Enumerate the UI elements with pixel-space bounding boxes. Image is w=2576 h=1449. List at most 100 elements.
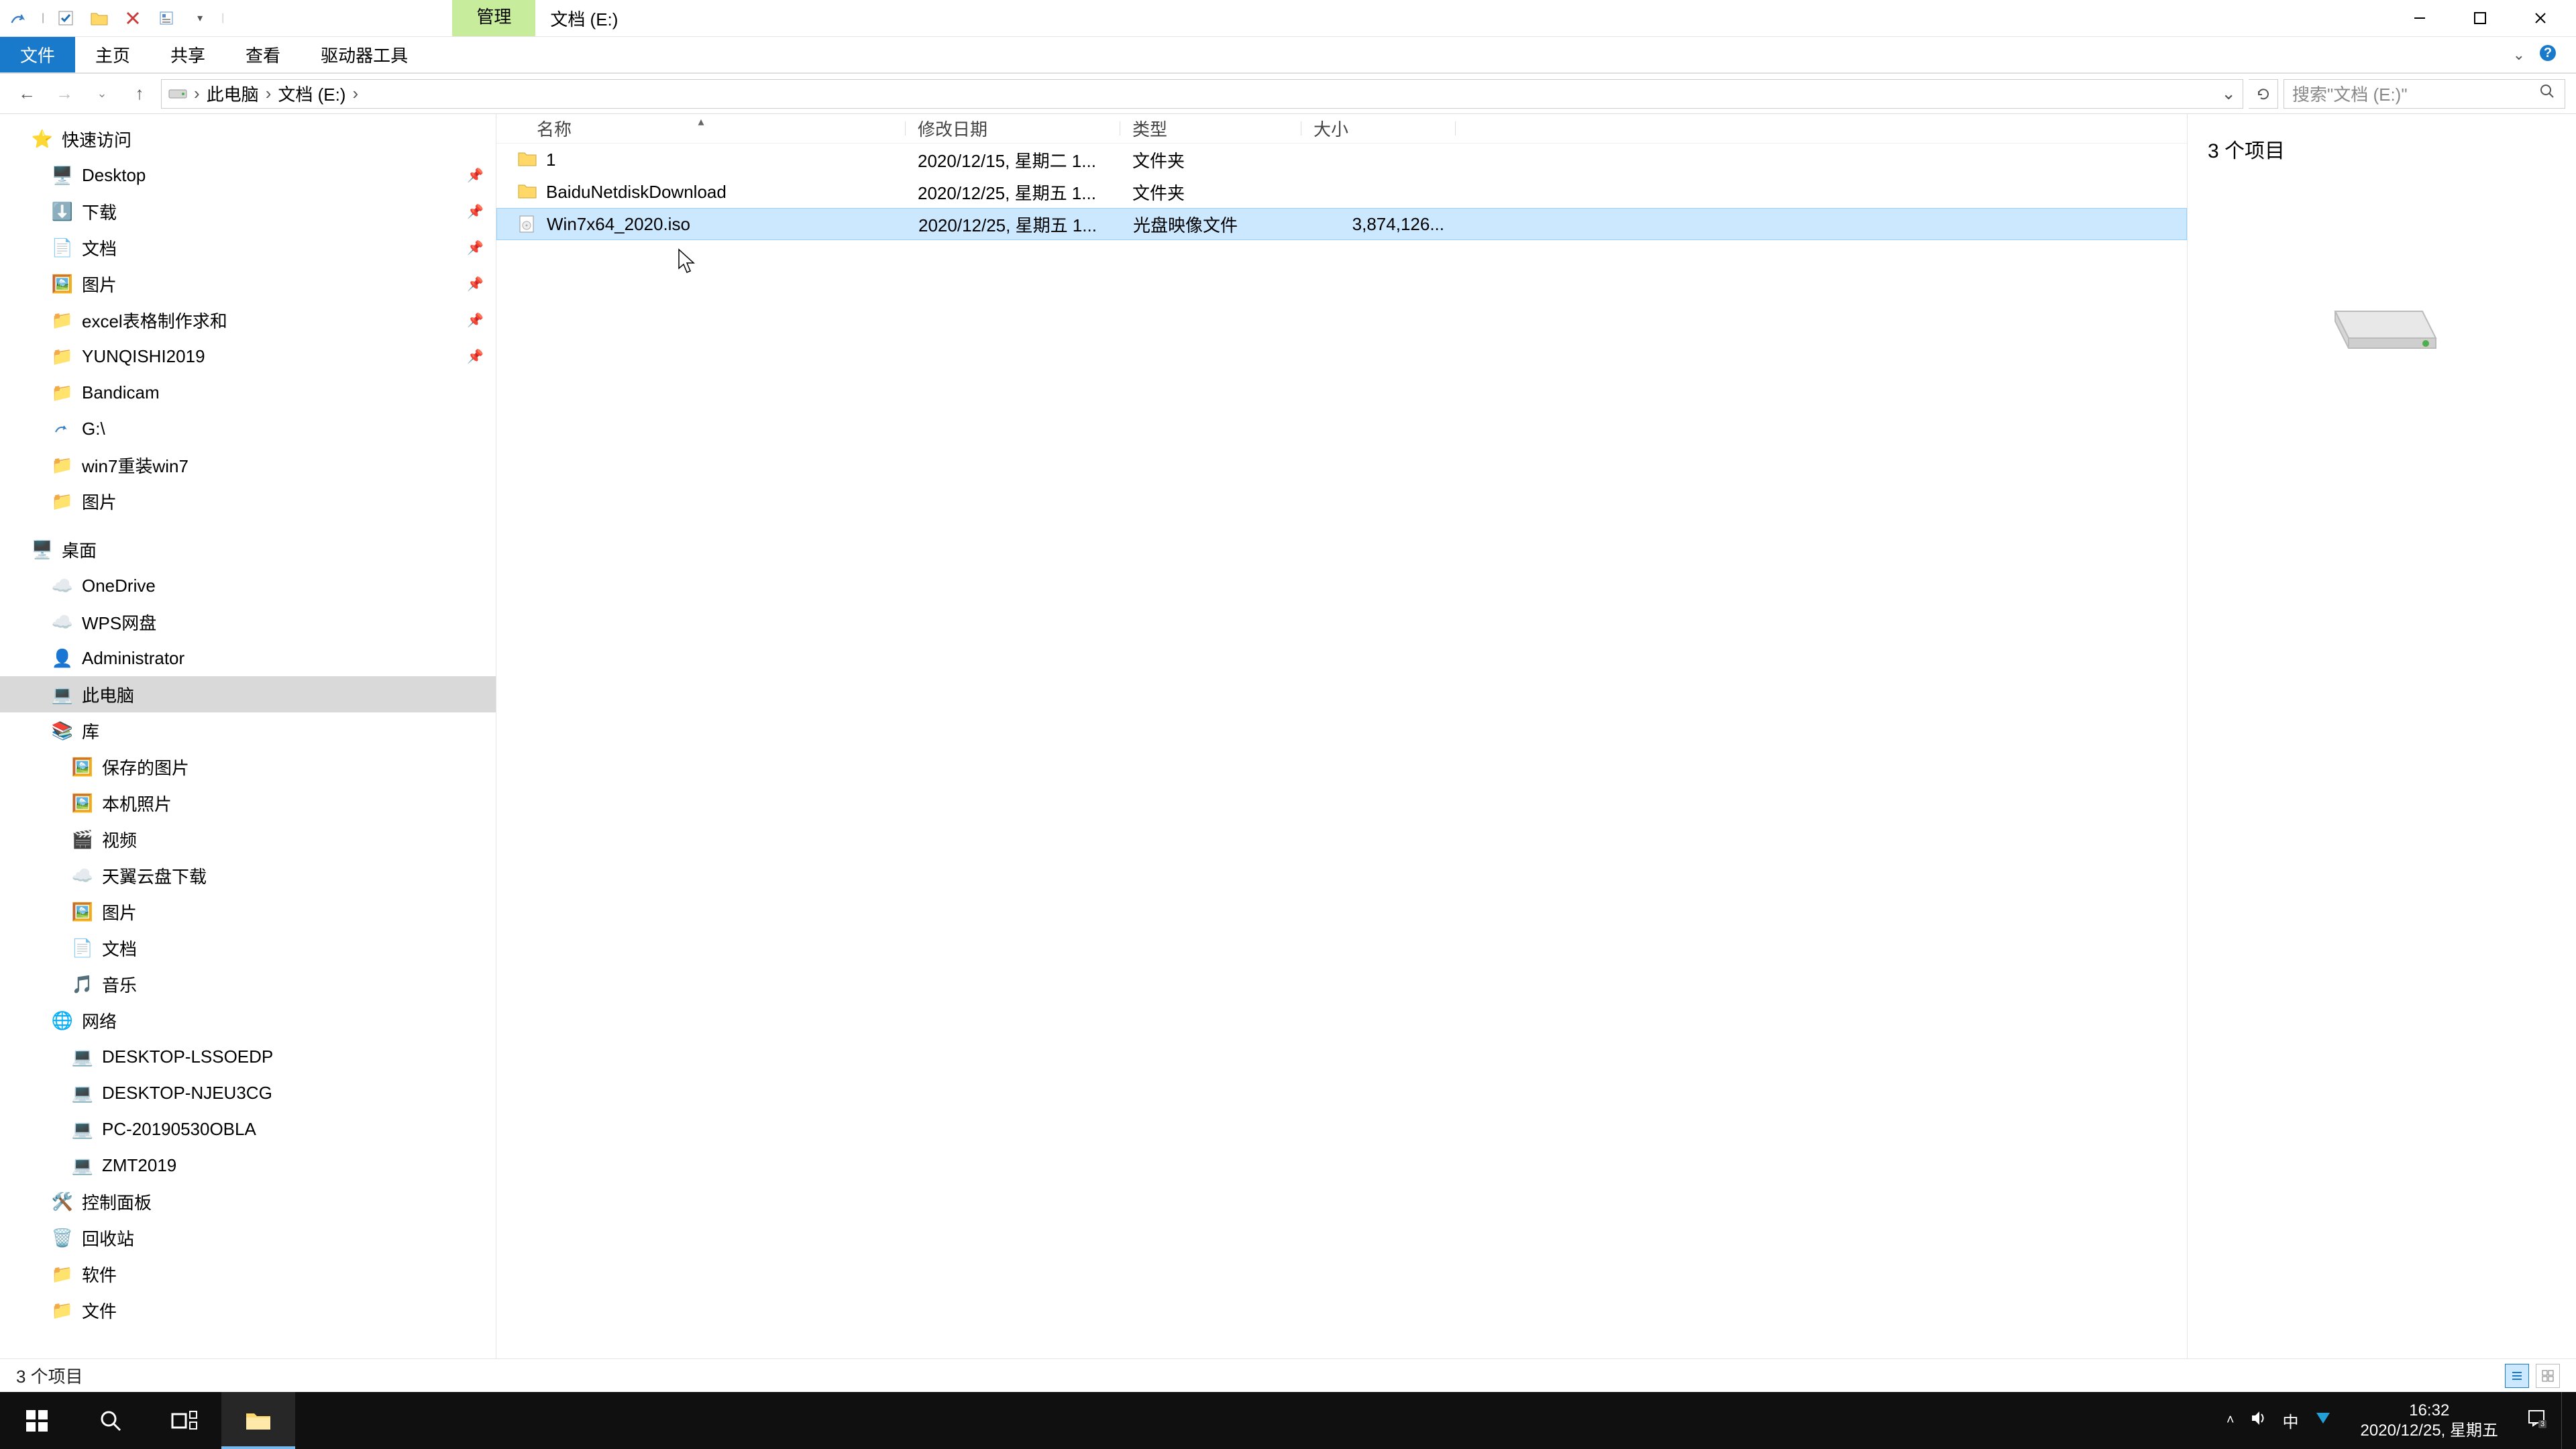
picture-icon: 🖼️ (72, 793, 93, 813)
pin-icon: 📌 (467, 276, 484, 292)
tree-control-panel[interactable]: 🛠️控制面板 (0, 1183, 496, 1220)
ime-indicator[interactable]: 中 (2283, 1409, 2299, 1432)
tree-wps[interactable]: ☁️WPS网盘 (0, 604, 496, 640)
library-icon: 📚 (52, 720, 72, 741)
notifications-icon[interactable]: 3 (2526, 1408, 2546, 1433)
refresh-button[interactable] (2249, 79, 2278, 109)
up-button[interactable]: ↑ (123, 78, 156, 110)
close-button[interactable] (2524, 5, 2557, 32)
qat-dropdown-icon[interactable]: ▾ (188, 6, 212, 30)
checkbox-icon[interactable] (54, 6, 78, 30)
address-bar: ← → ⌄ ↑ › 此电脑 › 文档 (E:) › ⌄ 搜索"文档 (E:)" (0, 74, 2576, 114)
tree-pictures[interactable]: 🖼️图片📌 (0, 266, 496, 302)
details-view-button[interactable] (2505, 1364, 2529, 1388)
forward-button[interactable]: → (48, 78, 80, 110)
tree-yunqishi[interactable]: 📁YUNQISHI2019📌 (0, 338, 496, 374)
titlebar: | ▾ | 管理 文档 (E:) (0, 0, 2576, 37)
tree-music[interactable]: 🎵音乐 (0, 966, 496, 1002)
tree-label: Bandicam (82, 382, 160, 403)
ribbon-home[interactable]: 主页 (75, 37, 150, 72)
recent-dropdown[interactable]: ⌄ (86, 78, 118, 110)
tree-pictures2[interactable]: 📁图片 (0, 483, 496, 519)
ribbon-drive-tools[interactable]: 驱动器工具 (301, 37, 428, 72)
tree-onedrive[interactable]: ☁️OneDrive (0, 568, 496, 604)
tree-documents2[interactable]: 📄文档 (0, 930, 496, 966)
folder-qat-icon[interactable] (87, 6, 111, 30)
tree-desktop[interactable]: 🖥️Desktop📌 (0, 157, 496, 193)
show-desktop-button[interactable] (2561, 1392, 2569, 1449)
manage-tab[interactable]: 管理 (452, 0, 535, 36)
tree-pictures3[interactable]: 🖼️图片 (0, 894, 496, 930)
navigation-tree[interactable]: ⭐快速访问 🖥️Desktop📌 ⬇️下载📌 📄文档📌 🖼️图片📌 📁excel… (0, 114, 496, 1358)
folder-icon: 📁 (52, 382, 72, 402)
svg-text:3: 3 (2540, 1420, 2544, 1428)
ribbon-file[interactable]: 文件 (0, 37, 75, 72)
video-icon: 🎬 (72, 829, 93, 849)
properties-icon[interactable] (154, 6, 178, 30)
tree-quick-access[interactable]: ⭐快速访问 (0, 121, 496, 157)
drive-preview-icon (2322, 284, 2443, 368)
tree-pc3[interactable]: 💻PC-20190530OBLA (0, 1111, 496, 1147)
table-row[interactable]: 12020/12/15, 星期二 1...文件夹 (496, 144, 2187, 176)
address-dropdown-icon[interactable]: ⌄ (2221, 83, 2236, 104)
tree-administrator[interactable]: 👤Administrator (0, 640, 496, 676)
task-view-button[interactable] (148, 1392, 221, 1449)
col-size[interactable]: 大小 (1301, 116, 1456, 141)
tree-downloads[interactable]: ⬇️下载📌 (0, 193, 496, 229)
chevron-right-icon[interactable]: › (194, 83, 200, 104)
iso-file-icon (519, 215, 537, 233)
crumb-this-pc[interactable]: 此电脑 (207, 81, 259, 106)
status-bar: 3 个项目 (0, 1358, 2576, 1392)
tree-gdrive[interactable]: G:\ (0, 411, 496, 447)
tree-videos[interactable]: 🎬视频 (0, 821, 496, 857)
chevron-right-icon[interactable]: › (352, 83, 358, 104)
start-button[interactable] (0, 1392, 74, 1449)
search-input[interactable]: 搜索"文档 (E:)" (2284, 79, 2565, 109)
back-button[interactable]: ← (11, 78, 43, 110)
search-taskbar-button[interactable] (74, 1392, 148, 1449)
tree-pc4[interactable]: 💻ZMT2019 (0, 1147, 496, 1183)
ribbon-share[interactable]: 共享 (150, 37, 225, 72)
tree-network[interactable]: 🌐网络 (0, 1002, 496, 1038)
help-icon[interactable]: ? (2538, 44, 2557, 66)
tree-tianyi[interactable]: ☁️天翼云盘下载 (0, 857, 496, 894)
tree-camera-roll[interactable]: 🖼️本机照片 (0, 785, 496, 821)
delete-x-icon[interactable] (121, 6, 145, 30)
table-row[interactable]: Win7x64_2020.iso2020/12/25, 星期五 1...光盘映像… (496, 208, 2187, 240)
folder-icon: 📁 (52, 1264, 72, 1284)
tree-label: OneDrive (82, 576, 156, 596)
tree-libraries[interactable]: 📚库 (0, 712, 496, 749)
chevron-right-icon[interactable]: › (266, 83, 272, 104)
minimize-button[interactable] (2403, 5, 2436, 32)
table-row[interactable]: BaiduNetdiskDownload2020/12/25, 星期五 1...… (496, 176, 2187, 208)
thumbnails-view-button[interactable] (2536, 1364, 2560, 1388)
explorer-taskbar-button[interactable] (221, 1392, 295, 1449)
col-name[interactable]: 名称▴ (496, 116, 906, 141)
col-date[interactable]: 修改日期 (906, 116, 1120, 141)
sort-asc-icon: ▴ (698, 115, 704, 129)
tree-desktop-root[interactable]: 🖥️桌面 (0, 531, 496, 568)
tree-software[interactable]: 📁软件 (0, 1256, 496, 1292)
tree-pc1[interactable]: 💻DESKTOP-LSSOEDP (0, 1038, 496, 1075)
maximize-button[interactable] (2463, 5, 2497, 32)
tree-documents[interactable]: 📄文档📌 (0, 229, 496, 266)
tray-expand-icon[interactable]: ˄ (2226, 1413, 2235, 1428)
address-box[interactable]: › 此电脑 › 文档 (E:) › ⌄ (161, 79, 2243, 109)
ribbon-view[interactable]: 查看 (225, 37, 301, 72)
tree-pc2[interactable]: 💻DESKTOP-NJEU3CG (0, 1075, 496, 1111)
tray-app-icon[interactable] (2314, 1409, 2332, 1432)
tree-saved-pictures[interactable]: 🖼️保存的图片 (0, 749, 496, 785)
tree-this-pc[interactable]: 💻此电脑 (0, 676, 496, 712)
crumb-drive-e[interactable]: 文档 (E:) (278, 81, 345, 106)
col-type[interactable]: 类型 (1120, 116, 1301, 141)
tree-excel-req[interactable]: 📁excel表格制作求和📌 (0, 302, 496, 338)
ribbon-expand-icon[interactable]: ⌄ (2513, 46, 2525, 64)
tree-bandicam[interactable]: 📁 Bandicam (0, 374, 496, 411)
tree-win7reinstall[interactable]: 📁win7重装win7 (0, 447, 496, 483)
taskbar-clock[interactable]: 16:32 2020/12/25, 星期五 (2347, 1401, 2512, 1441)
document-icon: 📄 (52, 237, 72, 258)
tree-recycle[interactable]: 🗑️回收站 (0, 1220, 496, 1256)
tree-files[interactable]: 📁文件 (0, 1292, 496, 1328)
search-icon[interactable] (2539, 83, 2555, 104)
volume-icon[interactable] (2249, 1409, 2268, 1432)
